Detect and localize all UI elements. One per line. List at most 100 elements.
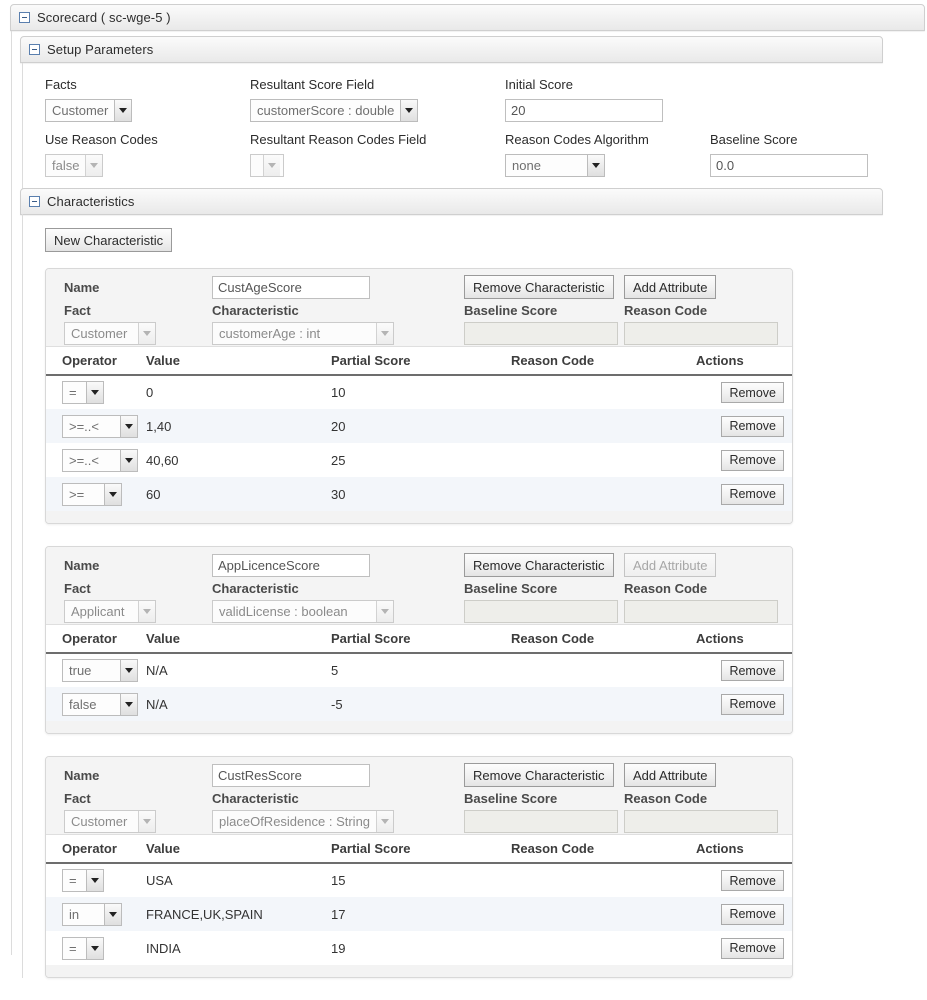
- chevron-down-icon[interactable]: [376, 811, 393, 832]
- resultant-reason-codes-field-value: [251, 155, 263, 176]
- fact-select[interactable]: Customer: [64, 810, 156, 833]
- fact-select[interactable]: Applicant: [64, 600, 156, 623]
- chevron-down-icon[interactable]: [400, 100, 417, 121]
- reason-code-input[interactable]: [624, 810, 778, 833]
- reason-code-cell: [511, 653, 696, 687]
- operator-select[interactable]: >=..<: [62, 415, 138, 438]
- reason-code-cell: [511, 931, 696, 965]
- characteristics-header[interactable]: Characteristics: [20, 188, 883, 215]
- resultant-score-field-select[interactable]: customerScore : double: [250, 99, 418, 122]
- baseline-score-input[interactable]: [464, 810, 618, 833]
- table-row: >=6030Remove: [46, 477, 793, 511]
- add-attribute-button[interactable]: Add Attribute: [624, 763, 716, 787]
- remove-characteristic-button[interactable]: Remove Characteristic: [464, 275, 614, 299]
- field-resultant-score: Resultant Score Field customerScore : do…: [250, 77, 418, 122]
- chevron-down-icon[interactable]: [120, 416, 137, 437]
- chevron-down-icon[interactable]: [104, 484, 121, 505]
- use-reason-codes-value: false: [46, 155, 85, 176]
- remove-attribute-button[interactable]: Remove: [721, 450, 784, 471]
- operator-select[interactable]: =: [62, 937, 104, 960]
- characteristic-label: Characteristic: [212, 791, 299, 806]
- operator-select[interactable]: false: [62, 693, 138, 716]
- initial-score-input[interactable]: [505, 99, 663, 122]
- column-header-reason-code: Reason Code: [511, 835, 696, 863]
- baseline-score-input[interactable]: [710, 154, 868, 177]
- chevron-down-icon[interactable]: [587, 155, 604, 176]
- value-cell: 0: [146, 375, 331, 409]
- minus-box-icon[interactable]: [19, 12, 30, 23]
- chevron-down-icon[interactable]: [138, 811, 155, 832]
- characteristic-select[interactable]: placeOfResidence : String: [212, 810, 394, 833]
- remove-attribute-button[interactable]: Remove: [721, 416, 784, 437]
- remove-attribute-button[interactable]: Remove: [721, 870, 784, 891]
- reason-code-input[interactable]: [624, 600, 778, 623]
- baseline-score-label: Baseline Score: [710, 132, 868, 147]
- table-row: >=..<1,4020Remove: [46, 409, 793, 443]
- remove-attribute-button[interactable]: Remove: [721, 660, 784, 681]
- reason-code-cell: [511, 409, 696, 443]
- chevron-down-icon[interactable]: [376, 601, 393, 622]
- remove-attribute-button[interactable]: Remove: [721, 382, 784, 403]
- resultant-score-field-value: customerScore : double: [251, 100, 400, 121]
- remove-attribute-button[interactable]: Remove: [721, 904, 784, 925]
- scorecard-panel-header[interactable]: Scorecard ( sc-wge-5 ): [10, 4, 925, 31]
- add-attribute-button[interactable]: Add Attribute: [624, 275, 716, 299]
- remove-attribute-button[interactable]: Remove: [721, 694, 784, 715]
- setup-parameters-header[interactable]: Setup Parameters: [20, 36, 883, 63]
- operator-select[interactable]: =: [62, 381, 104, 404]
- actions-cell: Remove: [696, 897, 793, 931]
- characteristic-label: Characteristic: [212, 303, 299, 318]
- reason-codes-algorithm-select[interactable]: none: [505, 154, 605, 177]
- baseline-score-input[interactable]: [464, 600, 618, 623]
- operator-select[interactable]: true: [62, 659, 138, 682]
- field-use-reason-codes: Use Reason Codes false: [45, 132, 158, 177]
- remove-characteristic-button[interactable]: Remove Characteristic: [464, 763, 614, 787]
- attributes-table: OperatorValuePartial ScoreReason CodeAct…: [46, 835, 793, 965]
- operator-select[interactable]: in: [62, 903, 122, 926]
- remove-attribute-button[interactable]: Remove: [721, 484, 784, 505]
- characteristic-select[interactable]: validLicense : boolean: [212, 600, 394, 623]
- partial-score-cell: 5: [331, 653, 511, 687]
- reason-code-input[interactable]: [624, 322, 778, 345]
- table-header-row: OperatorValuePartial ScoreReason CodeAct…: [46, 347, 793, 375]
- chevron-down-icon[interactable]: [104, 904, 121, 925]
- field-baseline-score: Baseline Score: [710, 132, 868, 177]
- chevron-down-icon[interactable]: [85, 155, 102, 176]
- operator-select[interactable]: =: [62, 869, 104, 892]
- characteristic-name-input[interactable]: [212, 764, 370, 787]
- reason-code-label: Reason Code: [624, 303, 707, 318]
- value-cell: 60: [146, 477, 331, 511]
- remove-attribute-button[interactable]: Remove: [721, 938, 784, 959]
- operator-cell: false: [46, 687, 146, 721]
- chevron-down-icon[interactable]: [86, 938, 103, 959]
- actions-cell: Remove: [696, 477, 793, 511]
- fact-select[interactable]: Customer: [64, 322, 156, 345]
- partial-score-cell: 10: [331, 375, 511, 409]
- chevron-down-icon[interactable]: [120, 660, 137, 681]
- chevron-down-icon[interactable]: [138, 601, 155, 622]
- table-row: falseN/A-5Remove: [46, 687, 793, 721]
- remove-characteristic-button[interactable]: Remove Characteristic: [464, 553, 614, 577]
- chevron-down-icon[interactable]: [120, 450, 137, 471]
- column-header-partial-score: Partial Score: [331, 835, 511, 863]
- minus-box-icon[interactable]: [29, 44, 40, 55]
- chevron-down-icon[interactable]: [86, 382, 103, 403]
- chevron-down-icon[interactable]: [114, 100, 131, 121]
- operator-select[interactable]: >=..<: [62, 449, 138, 472]
- characteristic-select[interactable]: customerAge : int: [212, 322, 394, 345]
- chevron-down-icon[interactable]: [138, 323, 155, 344]
- chevron-down-icon[interactable]: [263, 155, 280, 176]
- chevron-down-icon[interactable]: [120, 694, 137, 715]
- facts-select[interactable]: Customer: [45, 99, 132, 122]
- new-characteristic-button[interactable]: New Characteristic: [45, 228, 172, 252]
- operator-select[interactable]: >=: [62, 483, 122, 506]
- characteristic-name-input[interactable]: [212, 276, 370, 299]
- chevron-down-icon[interactable]: [376, 323, 393, 344]
- characteristic-name-input[interactable]: [212, 554, 370, 577]
- use-reason-codes-select[interactable]: false: [45, 154, 103, 177]
- chevron-down-icon[interactable]: [86, 870, 103, 891]
- baseline-score-input[interactable]: [464, 322, 618, 345]
- minus-box-icon[interactable]: [29, 196, 40, 207]
- resultant-reason-codes-field-select[interactable]: [250, 154, 284, 177]
- table-row: trueN/A5Remove: [46, 653, 793, 687]
